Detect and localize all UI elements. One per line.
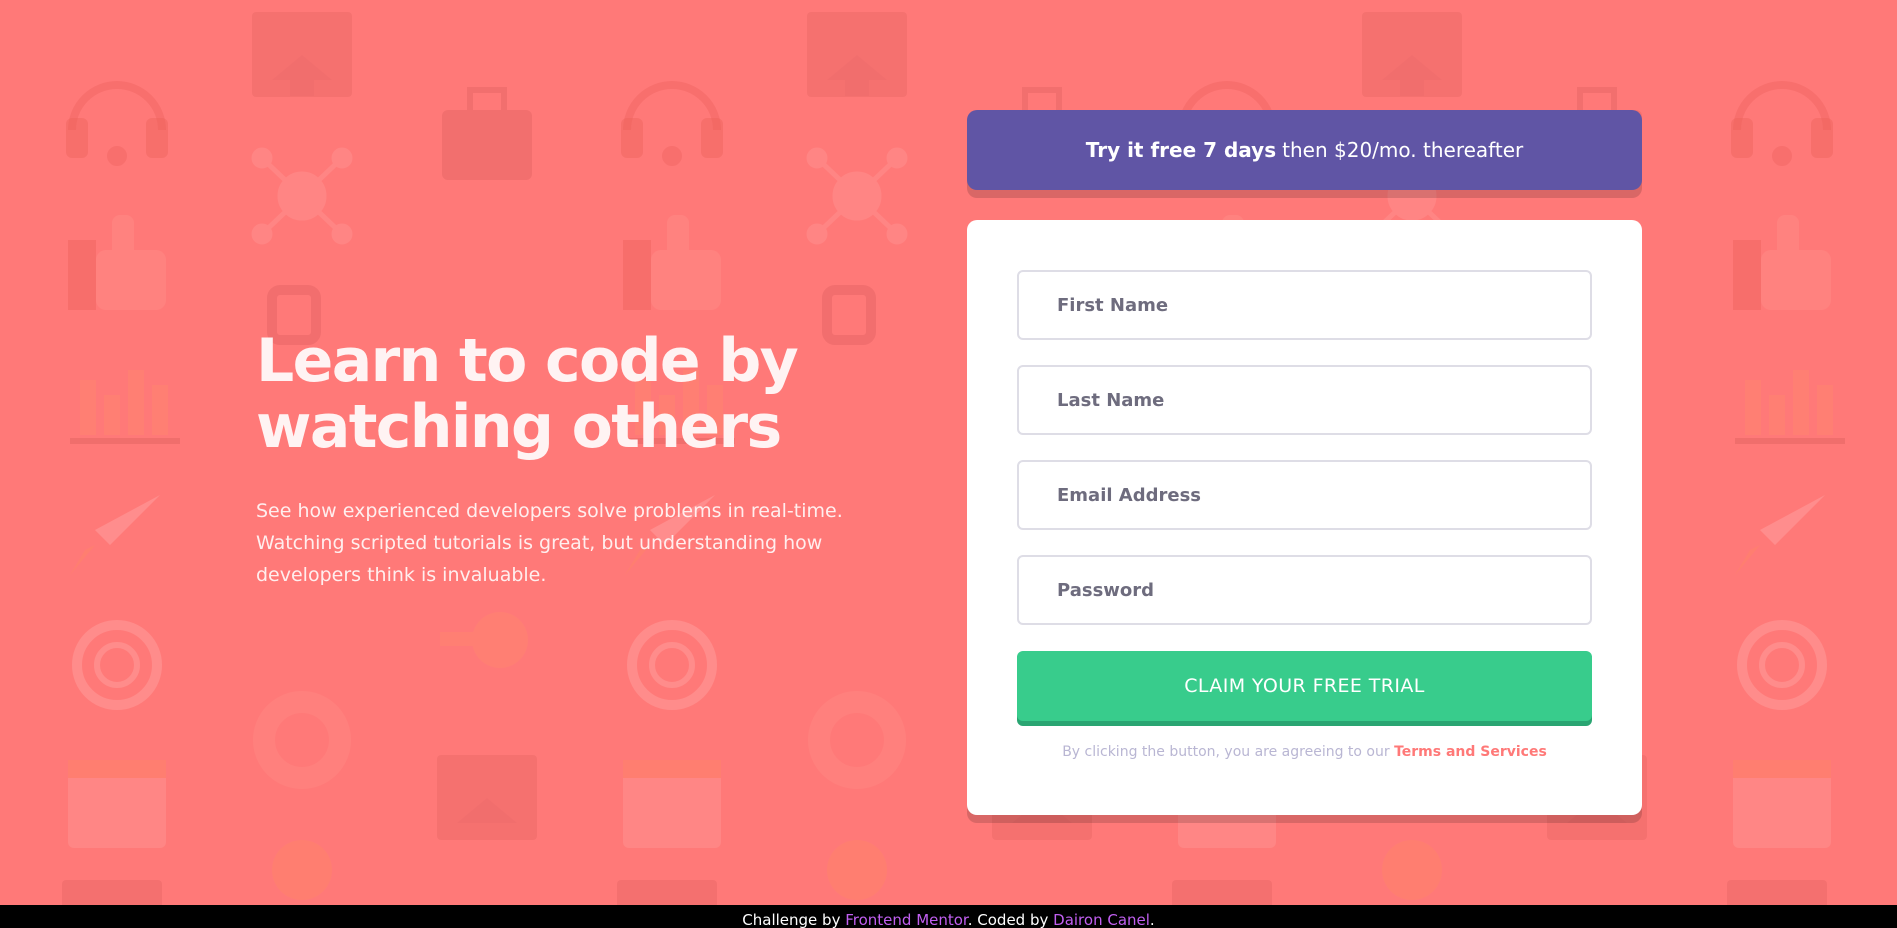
terms-prefix: By clicking the button, you are agreeing… bbox=[1062, 744, 1390, 760]
last-name-field-wrapper bbox=[1017, 365, 1592, 435]
last-name-input[interactable] bbox=[1057, 389, 1590, 411]
promo-bold-text: Try it free 7 days bbox=[1085, 138, 1277, 162]
password-input[interactable] bbox=[1057, 579, 1590, 601]
hero-title-line2: watching others bbox=[256, 392, 782, 462]
password-field-wrapper bbox=[1017, 555, 1592, 625]
footer-middle: . Coded by bbox=[967, 911, 1049, 928]
frontend-mentor-link[interactable]: Frontend Mentor bbox=[845, 911, 968, 928]
hero-title: Learn to code by watching others bbox=[256, 328, 896, 460]
terms-notice: By clicking the button, you are agreeing… bbox=[1017, 744, 1592, 760]
hero-section: Learn to code by watching others See how… bbox=[256, 328, 896, 591]
promo-banner: Try it free 7 days then $20/mo. thereaft… bbox=[967, 110, 1642, 190]
attribution-footer: Challenge by Frontend Mentor. Coded by D… bbox=[0, 905, 1897, 928]
hero-description: See how experienced developers solve pro… bbox=[256, 500, 843, 586]
promo-rest-text: then $20/mo. thereafter bbox=[1282, 138, 1524, 162]
footer-prefix: Challenge by bbox=[742, 911, 841, 928]
claim-free-trial-button[interactable]: CLAIM YOUR FREE TRIAL bbox=[1017, 651, 1592, 721]
terms-link[interactable]: Terms and Services bbox=[1394, 744, 1547, 760]
hero-title-line1: Learn to code by bbox=[256, 326, 799, 396]
signup-form: CLAIM YOUR FREE TRIAL By clicking the bu… bbox=[967, 220, 1642, 815]
first-name-field-wrapper bbox=[1017, 270, 1592, 340]
email-input[interactable] bbox=[1057, 484, 1590, 506]
first-name-input[interactable] bbox=[1057, 294, 1590, 316]
footer-suffix: . bbox=[1149, 911, 1155, 928]
email-field-wrapper bbox=[1017, 460, 1592, 530]
author-link[interactable]: Dairon Canel bbox=[1053, 911, 1150, 928]
